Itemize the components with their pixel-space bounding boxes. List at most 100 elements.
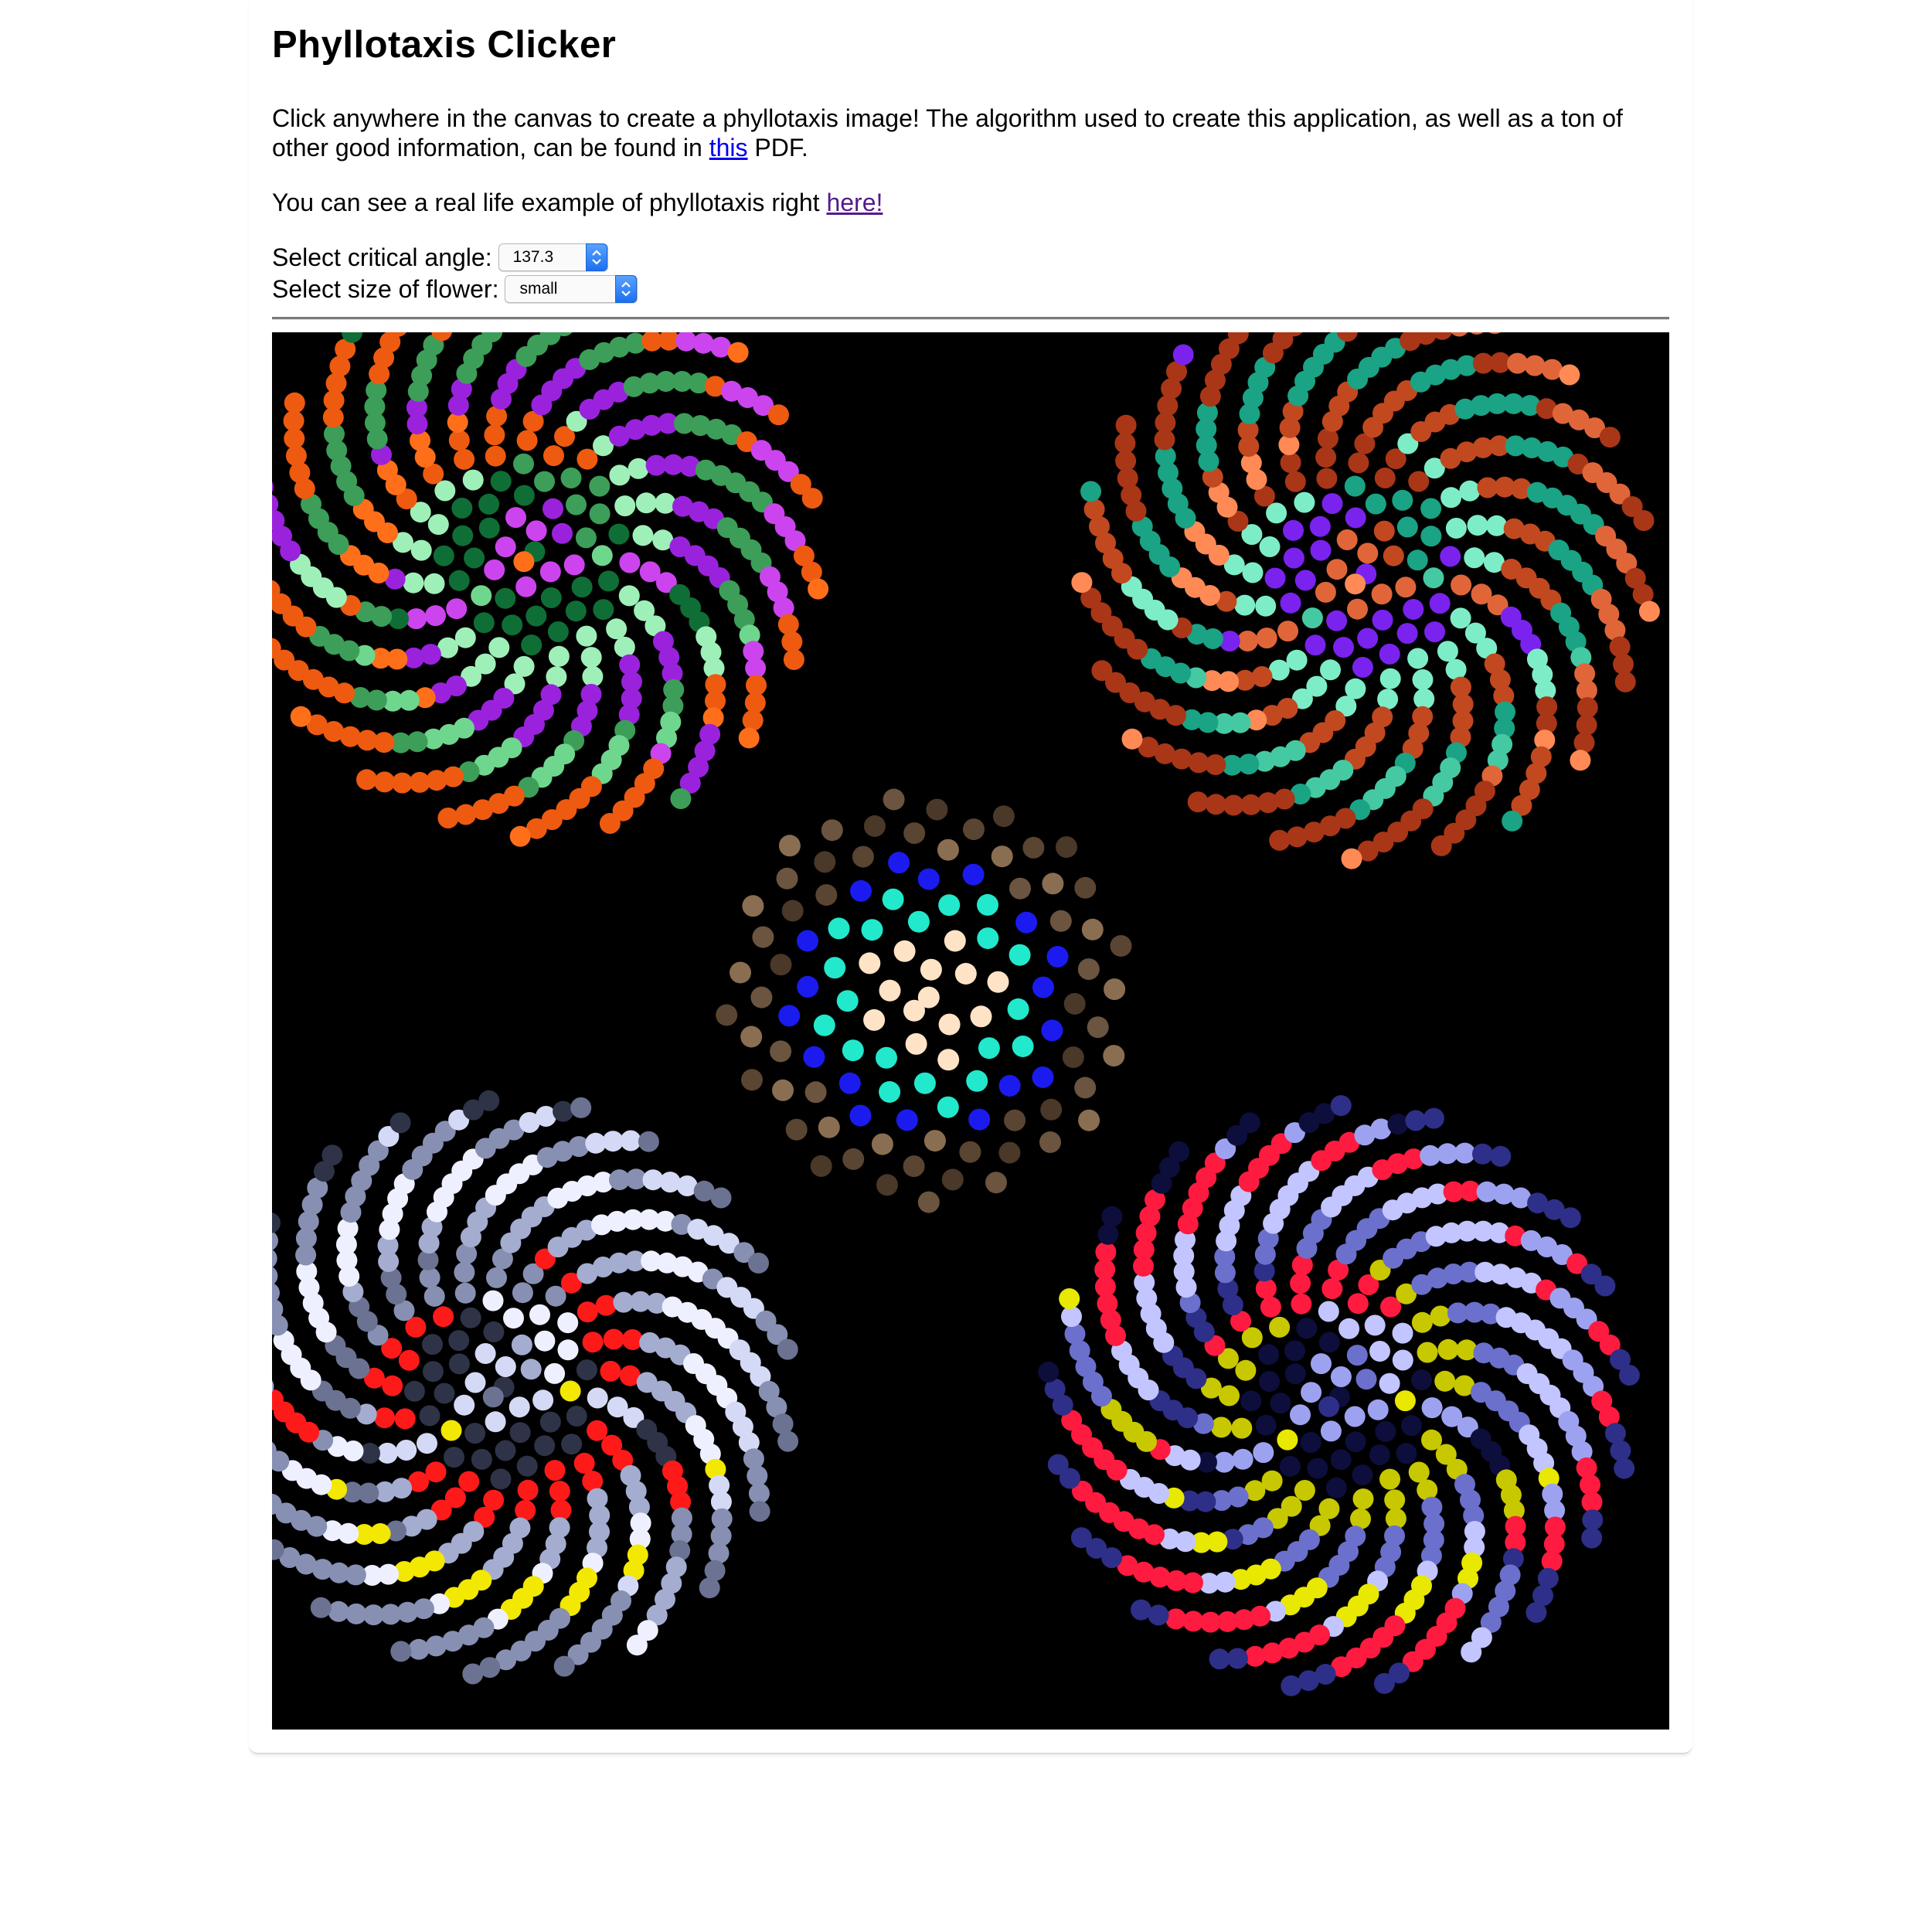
flower-dot (882, 888, 904, 910)
angle-label: Select critical angle: (272, 243, 492, 271)
flower-dot (1347, 1293, 1369, 1315)
flower-dot (861, 919, 883, 941)
flower-dot (1255, 1414, 1277, 1436)
flower-dot (396, 1440, 417, 1461)
example-link[interactable]: here! (826, 189, 883, 216)
flower-dot (403, 572, 424, 594)
flower-dot (272, 1266, 278, 1286)
flower-dot (553, 1655, 575, 1677)
size-select-value: small (519, 280, 558, 298)
flower-dot (1373, 1672, 1395, 1694)
flower-dot (561, 1434, 583, 1455)
flower-dot (778, 1005, 801, 1027)
flower-dot (777, 1430, 799, 1452)
flower-dot (1581, 1527, 1603, 1549)
flower-dot (1610, 1440, 1631, 1461)
flower-dot (513, 551, 535, 573)
flower-dot (603, 1328, 624, 1350)
flower-dot (1524, 355, 1546, 376)
flower-center (716, 788, 1132, 1213)
flower-dot (422, 1361, 444, 1383)
flower-dot (1384, 1489, 1406, 1511)
flower-dot (1333, 637, 1354, 658)
flower-dot (1461, 1641, 1482, 1663)
flower-dot (810, 1155, 832, 1177)
flower-dot (1423, 1107, 1444, 1129)
flower-dot (495, 1440, 516, 1461)
flower-dot (842, 1039, 864, 1062)
flower-dot (591, 545, 613, 566)
flower-dot (1346, 1345, 1368, 1366)
flower-dot (954, 963, 977, 985)
flower-dot (797, 975, 819, 998)
flower-dot (1464, 547, 1485, 569)
flower-dot (1284, 1340, 1305, 1362)
flower-dot (741, 1069, 763, 1091)
flower-dot (1074, 1077, 1097, 1099)
flower-dot (1573, 732, 1595, 753)
flower-dot (1315, 581, 1336, 603)
flower-dot (1417, 1342, 1438, 1363)
flower-dot (1294, 1480, 1315, 1501)
flower-dot (614, 636, 635, 658)
flower-dot (544, 1460, 566, 1481)
flower-dot (781, 900, 804, 922)
flower-dot (1009, 944, 1031, 966)
flower-dot (328, 1600, 349, 1622)
flower-dot (464, 547, 485, 569)
flower-dot (778, 835, 801, 857)
flower-dot (495, 536, 516, 558)
flower-dot (1012, 1036, 1034, 1057)
flower-dot (1074, 876, 1097, 899)
flower-dot (1294, 492, 1315, 513)
flower-dot (863, 1009, 886, 1031)
flower-dot (1541, 1550, 1563, 1572)
flower-dot (406, 608, 427, 630)
size-select[interactable]: small (505, 275, 638, 303)
flower-dot (1394, 1390, 1416, 1412)
flower-dot (785, 1118, 808, 1141)
flower-dot (1038, 1361, 1060, 1383)
flower-dot (520, 1359, 542, 1380)
flower-dot (570, 1097, 592, 1118)
flower-dot (863, 815, 886, 837)
flower-dot (345, 1603, 367, 1624)
flower-dot (635, 492, 657, 514)
flower-dot (1236, 631, 1258, 651)
flower-dot (608, 523, 630, 545)
flower-dot (1633, 510, 1655, 532)
flower-dot (374, 1407, 396, 1429)
flower-dot (582, 665, 604, 687)
flower-dot (600, 1360, 621, 1382)
flower-dot (1330, 1449, 1352, 1471)
canvas-drawing (272, 332, 1669, 1730)
flower-dot (1488, 332, 1501, 335)
flower-dot (1077, 958, 1100, 981)
flower-dot (814, 851, 836, 873)
flower-dot (609, 464, 631, 486)
flower-dot (747, 1465, 768, 1487)
flower-dot (838, 1072, 861, 1094)
flower-dot (1344, 1406, 1366, 1427)
flower-dot (394, 1408, 416, 1430)
flower-dot (1290, 1273, 1311, 1294)
flower-dot (1286, 649, 1308, 671)
flower-dot (813, 1014, 835, 1036)
flower-dot (708, 1543, 730, 1564)
flower-dot (571, 577, 593, 598)
flower-dot (543, 445, 564, 467)
flower-dot (1219, 1385, 1240, 1406)
flower-dot (516, 1455, 538, 1477)
pdf-link[interactable]: this (709, 134, 748, 162)
flower-dot (970, 1005, 992, 1028)
flower-dot (544, 1362, 566, 1384)
phyllotaxis-canvas[interactable] (272, 332, 1669, 1730)
angle-select[interactable]: 137.3 (498, 243, 608, 271)
flower-dot (1259, 536, 1281, 557)
flower-dot (1009, 877, 1031, 900)
flower-dot (1007, 998, 1029, 1020)
flower-dot (804, 1081, 827, 1104)
flower-dot (1467, 515, 1488, 536)
flower-dot (1421, 1397, 1443, 1419)
flower-dot (454, 1282, 476, 1304)
